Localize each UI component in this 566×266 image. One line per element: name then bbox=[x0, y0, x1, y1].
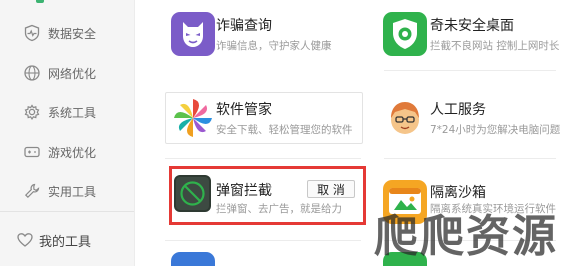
service-person-icon bbox=[383, 96, 427, 140]
sidebar-item-utilities[interactable]: 实用工具 bbox=[0, 177, 134, 205]
card-title: 软件管家 bbox=[216, 102, 272, 118]
sidebar-item-data-security[interactable]: 数据安全 bbox=[0, 19, 134, 47]
sidebar-divider bbox=[0, 211, 134, 212]
heartbeat-shield-icon bbox=[24, 24, 40, 42]
sidebar-item-label: 游戏优化 bbox=[48, 145, 97, 160]
globe-icon bbox=[24, 65, 40, 81]
sidebar-item-label: 系统工具 bbox=[48, 105, 97, 120]
sidebar-item-my-tools[interactable]: 我的工具 bbox=[0, 226, 134, 254]
sidebar-item-label: 我的工具 bbox=[39, 234, 92, 250]
row-divider bbox=[384, 70, 556, 71]
highlight-box bbox=[169, 166, 366, 225]
gamepad-icon bbox=[24, 146, 40, 158]
card-title: 隔离沙箱 bbox=[430, 185, 486, 201]
card-description: 7*24小时为您解决电脑问题 bbox=[430, 124, 561, 136]
green-shield-icon bbox=[383, 12, 427, 56]
card-description: 拦截不良网站 控制上网时长 bbox=[430, 40, 560, 52]
card-description: 安全下载、轻松管理您的软件 bbox=[216, 124, 353, 136]
sidebar-top-indicator bbox=[36, 0, 44, 3]
sidebar-item-label: 网络优化 bbox=[48, 66, 97, 81]
watermark-logo: 爬爬资源 bbox=[374, 211, 558, 262]
sidebar: 数据安全 网络优化 系统工具 游戏优化 实用工具 我的工具 bbox=[0, 0, 135, 266]
card-title: 奇未安全桌面 bbox=[430, 18, 514, 34]
next-card-icon-partial bbox=[171, 252, 215, 266]
card-title: 人工服务 bbox=[430, 102, 486, 118]
heart-icon bbox=[17, 233, 33, 247]
mask-icon bbox=[171, 12, 215, 56]
row-divider bbox=[165, 158, 361, 159]
sidebar-item-label: 数据安全 bbox=[48, 26, 97, 41]
gear-icon bbox=[24, 104, 40, 120]
colorful-flower-icon bbox=[171, 96, 215, 140]
wrench-icon bbox=[24, 183, 40, 199]
row-divider bbox=[165, 240, 361, 241]
sidebar-item-network[interactable]: 网络优化 bbox=[0, 59, 134, 87]
sidebar-item-system-tools[interactable]: 系统工具 bbox=[0, 98, 134, 126]
sidebar-item-label: 实用工具 bbox=[48, 184, 97, 199]
row-divider bbox=[384, 158, 556, 159]
card-title: 诈骗查询 bbox=[216, 18, 272, 34]
card-description: 诈骗信息，守护家人健康 bbox=[216, 40, 332, 52]
sidebar-item-game-optimize[interactable]: 游戏优化 bbox=[0, 138, 134, 166]
